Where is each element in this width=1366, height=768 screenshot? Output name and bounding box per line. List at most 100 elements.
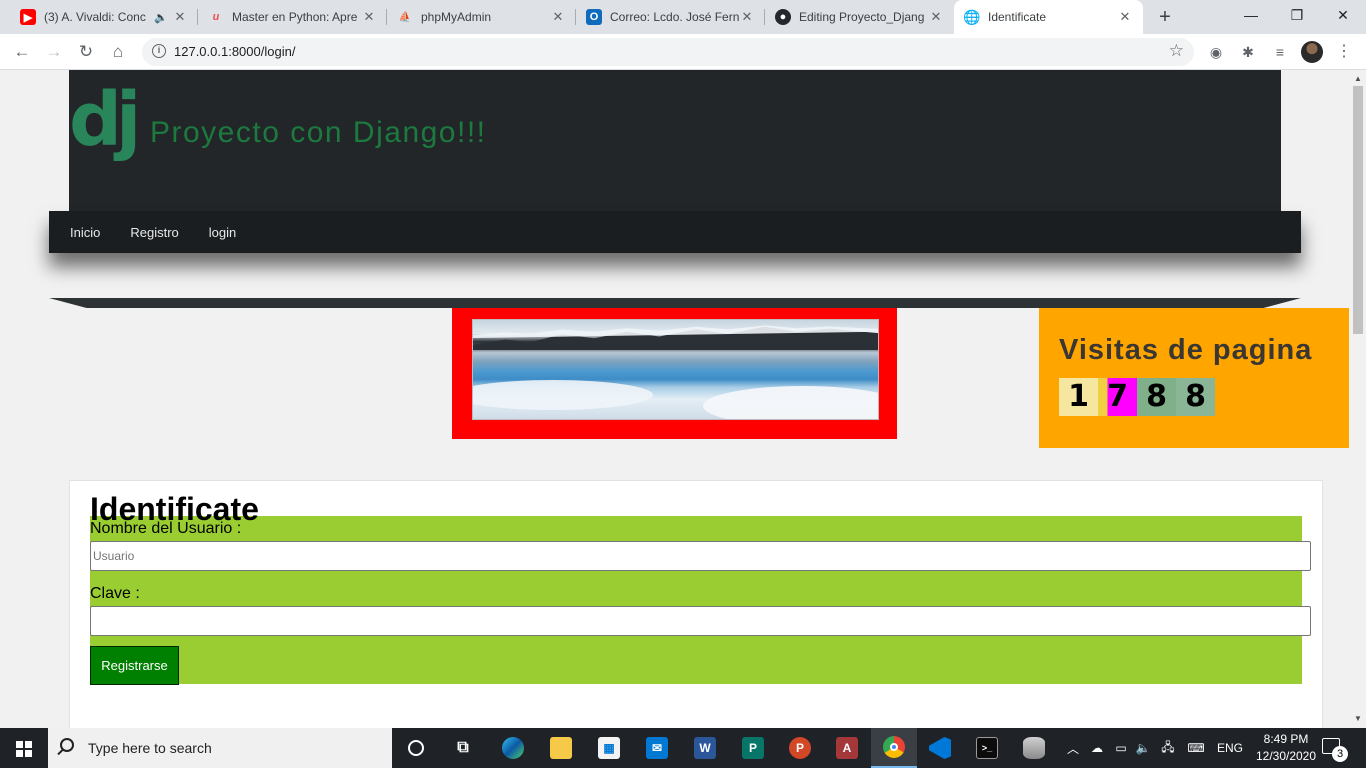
taskbar-app-store[interactable]: ▦	[586, 728, 632, 768]
store-icon: ▦	[598, 737, 620, 759]
new-tab-button[interactable]: +	[1154, 6, 1176, 28]
youtube-icon: ▶	[20, 9, 36, 25]
clock-date: 12/30/2020	[1255, 749, 1317, 763]
chrome-icon	[883, 736, 905, 758]
site-info-icon[interactable]: i	[152, 44, 166, 58]
browser-tab-outlook[interactable]: O Correo: Lcdo. José Fern ✕	[576, 0, 765, 34]
profile-avatar[interactable]	[1301, 41, 1323, 63]
home-button[interactable]: ⌂	[106, 40, 130, 64]
visits-widget: Visitas de pagina 1 7 8 8	[1039, 308, 1349, 448]
taskbar-search[interactable]: Type here to search	[48, 728, 392, 768]
task-view-button[interactable]: ⧉	[440, 728, 486, 768]
taskbar-app-edge[interactable]	[490, 728, 536, 768]
address-bar[interactable]: i 127.0.0.1:8000/login/ ☆	[142, 38, 1194, 66]
keyboard-icon[interactable]: ⌨	[1182, 728, 1210, 768]
taskbar-app-access[interactable]: A	[824, 728, 870, 768]
close-window-button[interactable]: ✕	[1320, 0, 1366, 32]
scroll-up-arrow-icon[interactable]: ▲	[1354, 74, 1362, 83]
vscode-icon	[929, 737, 951, 759]
site-title: Proyecto con Django!!!	[150, 116, 487, 149]
taskbar-app-word[interactable]: W	[682, 728, 728, 768]
counter-digit: 8	[1137, 378, 1176, 416]
menu-dots-icon[interactable]: ⋮	[1334, 42, 1354, 62]
battery-icon[interactable]: ▭	[1110, 728, 1132, 768]
taskbar-app-powerpoint[interactable]: P	[777, 728, 823, 768]
database-icon	[1023, 737, 1045, 759]
taskbar-search-placeholder: Type here to search	[88, 740, 212, 756]
task-view-icon: ⧉	[457, 739, 469, 756]
network-icon[interactable]: 🖧	[1156, 728, 1180, 768]
access-icon: A	[836, 737, 858, 759]
clock-time: 8:49 PM	[1263, 732, 1309, 746]
speaker-muted-icon[interactable]: 🔈	[154, 11, 168, 24]
taskbar-app-explorer[interactable]	[538, 728, 584, 768]
volume-icon[interactable]: 🔈	[1132, 728, 1154, 768]
tab-close-icon[interactable]: ✕	[361, 9, 377, 25]
taskbar-clock[interactable]: 8:49 PM 12/30/2020	[1248, 731, 1324, 765]
password-input[interactable]	[90, 606, 1311, 636]
minimize-button[interactable]: —	[1228, 0, 1274, 32]
banner-frame	[452, 308, 897, 439]
glacier-banner-image	[472, 319, 879, 420]
site-header: dj Proyecto con Django!!!	[69, 70, 1281, 211]
taskbar-app-chrome[interactable]	[871, 728, 917, 768]
extensions-puzzle-icon[interactable]: ✱	[1238, 42, 1258, 62]
tab-title: (3) A. Vivaldi: Conc	[44, 10, 146, 24]
visits-title: Visitas de pagina	[1059, 334, 1313, 366]
tab-close-icon[interactable]: ✕	[739, 9, 755, 25]
reload-button[interactable]: ↻	[74, 40, 98, 64]
tab-title: Identificate	[988, 10, 1047, 24]
tab-title: Editing Proyecto_Djang	[799, 10, 925, 24]
browser-tab-udemy[interactable]: u Master en Python: Apre ✕	[198, 0, 387, 34]
word-icon: W	[694, 737, 716, 759]
django-logo: dj	[69, 77, 141, 163]
restore-button[interactable]: ❐	[1274, 0, 1320, 32]
weather-warning-icon[interactable]: ☁	[1086, 728, 1108, 768]
browser-toolbar: ← → ↻ ⌂ i 127.0.0.1:8000/login/ ☆ ◉ ✱ ≡ …	[0, 34, 1366, 70]
scroll-thumb[interactable]	[1353, 86, 1363, 334]
browser-tab-github[interactable]: ● Editing Proyecto_Djang ✕	[765, 0, 954, 34]
browser-tab-phpmyadmin[interactable]: ⛵ phpMyAdmin ✕	[387, 0, 576, 34]
browser-tab-identificate[interactable]: 🌐 Identificate ✕	[954, 0, 1143, 34]
udemy-icon: u	[212, 11, 220, 23]
url-text[interactable]: 127.0.0.1:8000/login/	[174, 44, 295, 59]
back-button[interactable]: ←	[10, 40, 34, 64]
extension-circle-icon[interactable]: ◉	[1206, 42, 1226, 62]
tab-close-icon[interactable]: ✕	[1117, 9, 1133, 25]
site-nav: Inicio Registro login	[49, 211, 1301, 253]
tab-close-icon[interactable]: ✕	[172, 9, 188, 25]
nav-link-registro[interactable]: Registro	[130, 225, 178, 240]
counter-digit: 8	[1176, 378, 1215, 416]
nav-link-login[interactable]: login	[209, 225, 236, 240]
media-control-icon[interactable]: ≡	[1270, 42, 1290, 62]
nav-bottom-bar	[49, 298, 1301, 308]
tab-title: phpMyAdmin	[421, 10, 492, 24]
bookmark-star-icon[interactable]: ☆	[1169, 41, 1184, 61]
taskbar-app-vscode[interactable]	[917, 728, 963, 768]
windows-taskbar: Type here to search ⧉ ▦ ✉ W P P A >_ ︿ ☁…	[0, 728, 1366, 768]
taskbar-app-mail[interactable]: ✉	[634, 728, 680, 768]
browser-tab-youtube[interactable]: ▶ (3) A. Vivaldi: Conc 🔈 ✕	[10, 0, 198, 34]
nav-link-inicio[interactable]: Inicio	[70, 225, 100, 240]
language-indicator[interactable]: ENG	[1212, 728, 1248, 768]
counter-digit: 7	[1098, 378, 1137, 416]
taskbar-app-terminal[interactable]: >_	[964, 728, 1010, 768]
phpmyadmin-icon: ⛵	[398, 11, 412, 23]
taskbar-app-publisher[interactable]: P	[730, 728, 776, 768]
tray-chevron-up-icon[interactable]: ︿	[1064, 728, 1082, 768]
forward-button[interactable]: →	[42, 40, 66, 64]
taskbar-app-database[interactable]	[1011, 728, 1057, 768]
username-input[interactable]	[90, 541, 1311, 571]
start-button[interactable]	[0, 728, 48, 768]
username-label: Nombre del Usuario :	[90, 520, 242, 537]
tab-close-icon[interactable]: ✕	[928, 9, 944, 25]
scroll-down-arrow-icon[interactable]: ▼	[1354, 714, 1362, 723]
login-card: Identificate Nombre del Usuario : Clave …	[69, 480, 1323, 728]
register-submit-button[interactable]: Registrarse	[90, 646, 179, 685]
tab-close-icon[interactable]: ✕	[550, 9, 566, 25]
notification-count-badge: 3	[1332, 746, 1348, 762]
visits-counter: 1 7 8 8	[1059, 378, 1215, 416]
page-scrollbar[interactable]: ▲ ▼	[1350, 70, 1366, 728]
page-viewport: dj Proyecto con Django!!! Inicio Registr…	[0, 70, 1350, 728]
cortana-button[interactable]	[393, 728, 439, 768]
